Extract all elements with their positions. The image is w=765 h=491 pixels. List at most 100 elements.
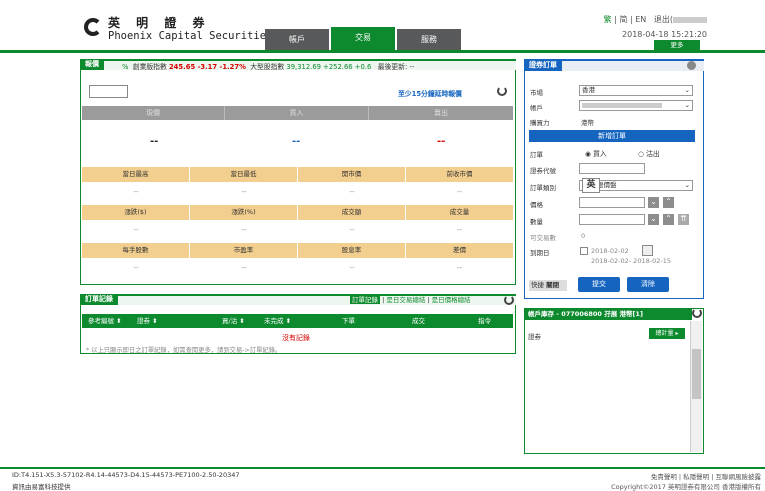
header-divider — [0, 50, 765, 53]
calendar-icon[interactable] — [642, 245, 653, 256]
ime-indicator: 英 — [582, 178, 600, 193]
chevron-down-icon: ⌄ — [684, 181, 690, 189]
open-label: 開市價 — [298, 167, 406, 182]
market-label: 市場 — [530, 89, 543, 97]
order-table-header: 參考編號 ⬍ 證券 ⬍ 買/沽 ⬍ 未完成 ⬍ 下單 成交 指令 — [82, 314, 513, 328]
change-amount-value: -- — [133, 226, 139, 234]
day-high-value: -- — [133, 188, 139, 196]
price-label: 價格 — [530, 201, 543, 209]
col-outstanding[interactable]: 未完成 ⬍ — [264, 314, 291, 328]
last-price-value: -- — [150, 136, 159, 147]
col-buy-sell[interactable]: 買/沽 ⬍ — [222, 314, 245, 328]
brand-name-chinese: 英 明 證 券 — [108, 16, 211, 30]
quantity-label: 數量 — [530, 218, 543, 226]
scrollbar-thumb[interactable] — [692, 349, 701, 399]
col-last-price: 現價 — [82, 106, 225, 120]
dividend-yield-label: 股息率 — [298, 243, 406, 258]
legal-links[interactable]: 免責聲明 | 私隱聲明 | 互聯網風險披露 — [651, 471, 761, 481]
clear-button[interactable]: 清除 — [627, 277, 669, 292]
price-down-button[interactable]: ⌄ — [648, 197, 659, 208]
index-ticker: % 創業版指數 245.65 -3.17 -1.27% 大型股指數 39,312… — [122, 61, 414, 71]
refresh-orders-icon[interactable] — [504, 295, 514, 305]
daily-price-summary-link[interactable]: 是日價格總結 — [432, 296, 471, 304]
col-bid: 買入 — [225, 106, 369, 120]
tab-account[interactable]: 帳戶 — [265, 29, 329, 50]
spread-value: -- — [456, 264, 463, 272]
refresh-quote-icon[interactable] — [497, 86, 507, 96]
order-record-title: 訂單記錄 — [80, 294, 118, 305]
quick-toggle[interactable]: 快捷 關閉 — [529, 280, 567, 291]
order-record-link[interactable]: 訂單記錄 — [350, 296, 380, 304]
order-form-title: 證券訂單 — [524, 59, 562, 71]
build-id: ID:T4.151-X5.3-57102-R4.14-44573-D4.15-4… — [12, 471, 240, 479]
expiry-date: 2018-02-02 — [591, 247, 629, 255]
refresh-holdings-icon[interactable] — [692, 308, 702, 318]
col-filled: 成交 — [412, 317, 425, 325]
language-switcher: 繁 | 简 | EN 退出( — [604, 14, 707, 25]
pe-ratio-label: 市盈率 — [190, 243, 298, 258]
price-up-button[interactable]: ⌃ — [663, 197, 674, 208]
brand-name-english: Phoenix Capital Securities — [108, 30, 273, 42]
prev-close-label: 前收市價 — [446, 170, 473, 178]
bid-value: -- — [292, 136, 301, 147]
logout-link[interactable]: 退出( — [654, 15, 673, 24]
new-order-button[interactable]: 新增訂單 — [529, 130, 695, 142]
total-qty-button[interactable]: 總計量 ▸ — [649, 328, 685, 339]
no-record-message: 沒有記錄 — [282, 334, 310, 342]
spread-label: 差價 — [453, 246, 466, 254]
tab-trade[interactable]: 交易 — [331, 27, 395, 50]
volume-value: -- — [456, 226, 463, 234]
sell-radio[interactable]: ○ 沽出 — [638, 148, 660, 158]
account-redacted — [582, 102, 662, 108]
holdings-title: 帳戶庫存 - 077006800 孖展 港幣[1] — [524, 308, 692, 320]
day-low-label: 當日最低 — [190, 167, 298, 182]
lang-english-link[interactable]: EN — [635, 15, 646, 24]
change-percent-label: 漲跌(%) — [190, 205, 298, 220]
stock-code-input[interactable] — [89, 85, 128, 98]
col-security[interactable]: 證券 ⬍ — [137, 314, 158, 328]
order-side-label: 訂單 — [530, 151, 543, 159]
turnover-value: -- — [349, 226, 355, 234]
pe-ratio-value: -- — [241, 264, 247, 272]
turnover-label: 成交額 — [298, 205, 406, 220]
expiry-label: 到期日 — [530, 249, 550, 257]
chevron-down-icon: ⌄ — [684, 101, 690, 109]
col-instruction: 指令 — [478, 317, 491, 325]
delay-notice: 至少15分鐘延時報價 — [398, 90, 462, 98]
settings-icon[interactable] — [687, 61, 696, 70]
prev-close-value: -- — [456, 188, 463, 196]
stock-code-field[interactable] — [579, 163, 645, 174]
last-update: 最後更新: -- — [377, 63, 415, 71]
expiry-checkbox[interactable] — [580, 247, 588, 255]
buy-radio[interactable]: ◉ 買入 — [585, 148, 607, 158]
col-ask: 賣出 — [434, 109, 448, 117]
order-form-header: 證券訂單 — [524, 59, 704, 71]
index2-values: 39,312.69 +252.66 +0.6 — [286, 63, 372, 71]
daily-trade-summary-link[interactable]: 是日交易總結 — [386, 296, 425, 304]
account-label: 帳戶 — [530, 104, 543, 112]
quantity-max-button[interactable]: ⇈ — [678, 214, 689, 225]
stats-row-2: 漲跌($) 漲跌(%) 成交額 成交量 — [82, 205, 513, 220]
holdings-scrollbar[interactable] — [690, 321, 702, 452]
tab-services[interactable]: 服務 — [397, 29, 461, 50]
index1-label: 創業版指數 — [132, 63, 167, 71]
copyright: Copyright©2017 英明證券有限公司 香港版權所有 — [611, 483, 761, 491]
order-type-label: 訂單類別 — [530, 184, 556, 192]
volume-label: 成交量 — [449, 208, 470, 216]
server-datetime: 2018-04-18 15:21:20 — [622, 30, 707, 39]
price-header-row: 現價 買入 賣出 — [82, 106, 513, 120]
submit-button[interactable]: 提交 — [578, 277, 620, 292]
col-ref-no[interactable]: 參考編號 ⬍ — [88, 314, 122, 328]
ask-value: -- — [437, 136, 446, 147]
quote-title: 報價 — [80, 59, 104, 70]
lang-simplified-link[interactable]: 简 — [619, 15, 627, 24]
price-input[interactable] — [579, 197, 645, 208]
quantity-up-button[interactable]: ⌃ — [663, 214, 674, 225]
company-logo-icon — [84, 18, 102, 36]
lang-traditional-link[interactable]: 繁 — [604, 15, 612, 24]
account-select[interactable]: ⌄ — [579, 100, 693, 111]
quantity-down-button[interactable]: ⌄ — [648, 214, 659, 225]
market-select[interactable]: 香港 ⌄ — [579, 85, 693, 96]
tradable-qty-label: 可交易數 — [530, 234, 556, 242]
quantity-input[interactable] — [579, 214, 645, 225]
